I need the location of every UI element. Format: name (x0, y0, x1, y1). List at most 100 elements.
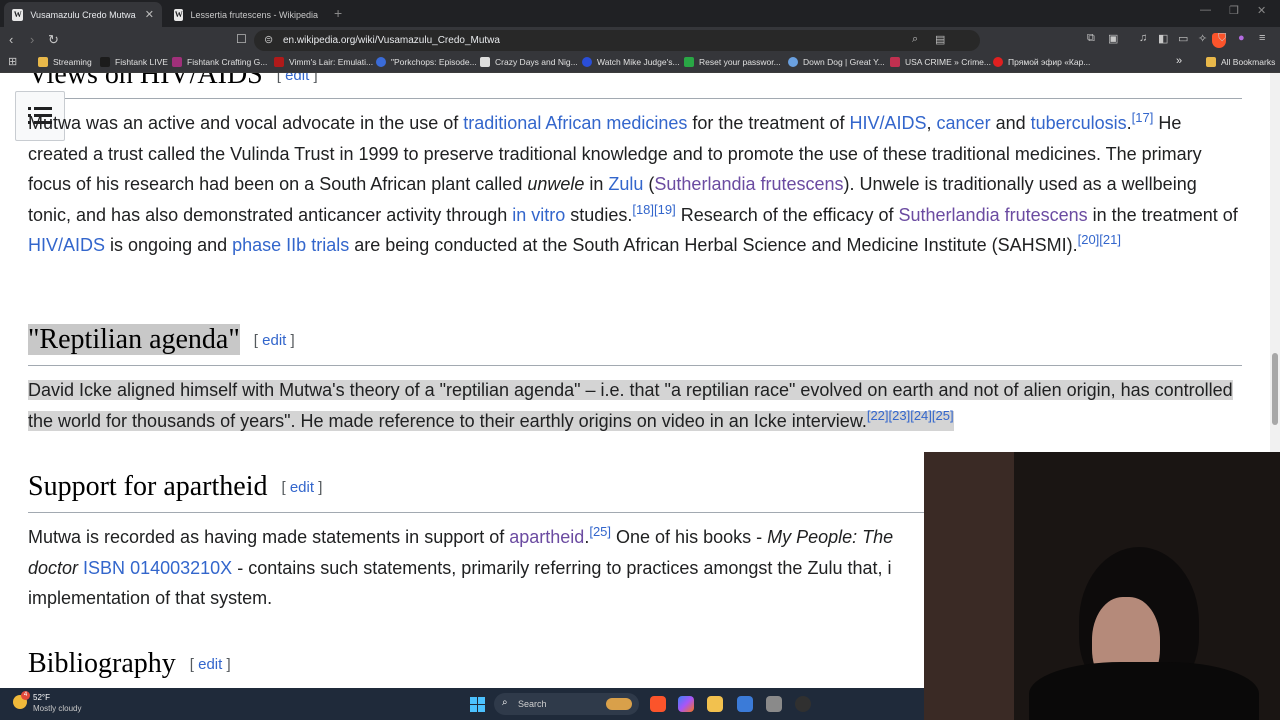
bookmark-item[interactable]: Streaming (38, 57, 92, 67)
bookmark-item[interactable]: Watch Mike Judge's... (582, 57, 680, 67)
bookmark-item[interactable]: Прямой эфир «Кар... (993, 57, 1090, 67)
link-traditional-african-medicines[interactable]: traditional African medicines (463, 113, 687, 133)
edit-section-link[interactable]: [ edit ] (277, 73, 318, 84)
watch-icon (582, 57, 592, 67)
link-sutherlandia-frutescens[interactable]: Sutherlandia frutescens (899, 205, 1088, 225)
forward-icon[interactable]: › (30, 32, 34, 47)
copilot-icon[interactable] (678, 696, 694, 712)
edit-section-link[interactable]: [ edit ] (282, 479, 323, 496)
citation-22[interactable]: [22] (867, 408, 889, 423)
weather-condition[interactable]: Mostly cloudy (33, 704, 81, 713)
scrollbar-thumb[interactable] (1272, 353, 1278, 425)
bookmark-item[interactable]: "Porkchops: Episode... (376, 57, 477, 67)
citation-25[interactable]: [25] (589, 524, 611, 539)
all-bookmarks[interactable]: All Bookmarks (1206, 57, 1275, 67)
weather-temperature[interactable]: 52°F (33, 693, 50, 702)
microphone-app-icon[interactable] (766, 696, 782, 712)
link-hiv-aids[interactable]: HIV/AIDS (849, 113, 926, 133)
start-button-windows-icon[interactable] (470, 697, 485, 712)
sidebar-icon[interactable]: ◧ (1158, 32, 1168, 45)
browser-toolbar: ‹ › ↻ ☐ ⊜ en.wikipedia.org/wiki/Vusamazu… (0, 27, 1280, 53)
screenshot-icon[interactable]: ▣ (1108, 32, 1118, 45)
zoom-icon[interactable]: ⌕ (912, 33, 918, 46)
taskbar-search[interactable]: ⌕ Search (494, 693, 639, 715)
weather-alert-badge: 4 (21, 691, 30, 700)
music-icon[interactable]: ♫ (1139, 32, 1147, 44)
reader-icon[interactable]: ▤ (935, 33, 945, 46)
search-placeholder: Search (518, 699, 547, 709)
bookmark-item[interactable]: Reset your passwor... (684, 57, 781, 67)
extensions-icon[interactable]: ⧉ (1087, 32, 1095, 45)
obs-icon[interactable] (795, 696, 811, 712)
tab-lessertia[interactable]: W Lessertia frutescens - Wikipedia (166, 2, 326, 27)
apps-grid-icon[interactable]: ⊞ (8, 55, 17, 68)
notepad-icon[interactable] (737, 696, 753, 712)
link-sutherlandia-frutescens[interactable]: Sutherlandia frutescens (654, 174, 843, 194)
webcam-overlay (924, 452, 1280, 720)
id-icon (684, 57, 694, 67)
bookmark-item[interactable]: USA CRIME » Crime... (890, 57, 991, 67)
down-dog-icon (788, 57, 798, 67)
citation-19[interactable]: [19] (654, 202, 676, 217)
citation-20[interactable]: [20] (1078, 232, 1100, 247)
section-heading-hiv-aids: Views on HIV/AIDS[ edit ] (28, 73, 318, 91)
close-window-icon[interactable]: ✕ (1257, 4, 1266, 17)
link-tuberculosis[interactable]: tuberculosis (1031, 113, 1127, 133)
back-icon[interactable]: ‹ (9, 32, 13, 47)
link-phase-iib-trials[interactable]: phase IIb trials (232, 235, 349, 255)
bookmark-item[interactable]: Vimm's Lair: Emulati... (274, 57, 373, 67)
vpn-icon[interactable]: ⛉ (1218, 32, 1226, 45)
profile-icon[interactable]: ● (1238, 32, 1245, 44)
paragraph-reptilian-agenda: David Icke aligned himself with Mutwa's … (28, 380, 1233, 431)
edit-section-link[interactable]: [ edit ] (254, 332, 295, 349)
link-apartheid[interactable]: apartheid (509, 527, 584, 547)
url-text[interactable]: en.wikipedia.org/wiki/Vusamazulu_Credo_M… (283, 35, 500, 46)
bookmark-item[interactable]: Crazy Days and Nig... (480, 57, 578, 67)
youtube-icon (993, 57, 1003, 67)
link-in-vitro[interactable]: in vitro (512, 205, 565, 225)
fishtank-icon (100, 57, 110, 67)
section-divider (28, 365, 1242, 366)
reload-icon[interactable]: ↻ (48, 32, 59, 48)
section-heading-bibliography: Bibliography[ edit ] (28, 648, 231, 679)
link-isbn-number[interactable]: 014003210X (130, 558, 232, 578)
citation-18[interactable]: [18] (632, 202, 654, 217)
bookmark-icon[interactable]: ☐ (236, 32, 247, 46)
menu-icon[interactable]: ≡ (1259, 32, 1265, 44)
bookmark-item[interactable]: Fishtank Crafting G... (172, 57, 267, 67)
wallet-icon[interactable]: ▭ (1178, 32, 1188, 45)
link-hiv-aids[interactable]: HIV/AIDS (28, 235, 105, 255)
edit-section-link[interactable]: [ edit ] (190, 656, 231, 673)
folder-icon (38, 57, 48, 67)
link-zulu[interactable]: Zulu (608, 174, 643, 194)
tab-strip: W Vusamazulu Credo Mutwa - Wiki ✕ W Less… (0, 0, 1280, 27)
tab-vusamazulu[interactable]: W Vusamazulu Credo Mutwa - Wiki ✕ (4, 2, 162, 27)
vimm-icon (274, 57, 284, 67)
folder-icon (1206, 57, 1216, 67)
bookmark-item[interactable]: Down Dog | Great Y... (788, 57, 885, 67)
citation-23[interactable]: [23] (889, 408, 911, 423)
file-explorer-icon[interactable] (707, 696, 723, 712)
address-bar[interactable]: ⊜ en.wikipedia.org/wiki/Vusamazulu_Credo… (254, 30, 1226, 51)
fishtank-crafting-icon (172, 57, 182, 67)
maximize-icon[interactable]: ❐ (1229, 4, 1239, 17)
search-icon: ⌕ (502, 697, 508, 708)
windows-taskbar: 4 52°F Mostly cloudy ⌕ Search (0, 688, 924, 720)
webcam-person-body (1029, 662, 1259, 720)
citation-25[interactable]: [25] (932, 408, 954, 423)
section-heading-reptilian-agenda: "Reptilian agenda"[ edit ] (28, 324, 295, 355)
citation-24[interactable]: [24] (910, 408, 932, 423)
search-highlight-icon (606, 698, 632, 710)
citation-17[interactable]: [17] (1132, 110, 1154, 125)
citation-21[interactable]: [21] (1099, 232, 1121, 247)
brave-browser-icon[interactable] (650, 696, 666, 712)
close-tab-icon[interactable]: ✕ (145, 8, 154, 21)
link-cancer[interactable]: cancer (937, 113, 991, 133)
minimize-icon[interactable]: — (1200, 4, 1211, 16)
bookmark-item[interactable]: Fishtank LIVE (100, 57, 168, 67)
leo-ai-icon[interactable]: ✧ (1198, 32, 1207, 45)
site-info-icon[interactable]: ⊜ (264, 33, 273, 46)
new-tab-icon[interactable]: + (334, 5, 342, 21)
more-bookmarks-icon[interactable]: » (1176, 55, 1182, 67)
link-isbn[interactable]: ISBN (83, 558, 125, 578)
